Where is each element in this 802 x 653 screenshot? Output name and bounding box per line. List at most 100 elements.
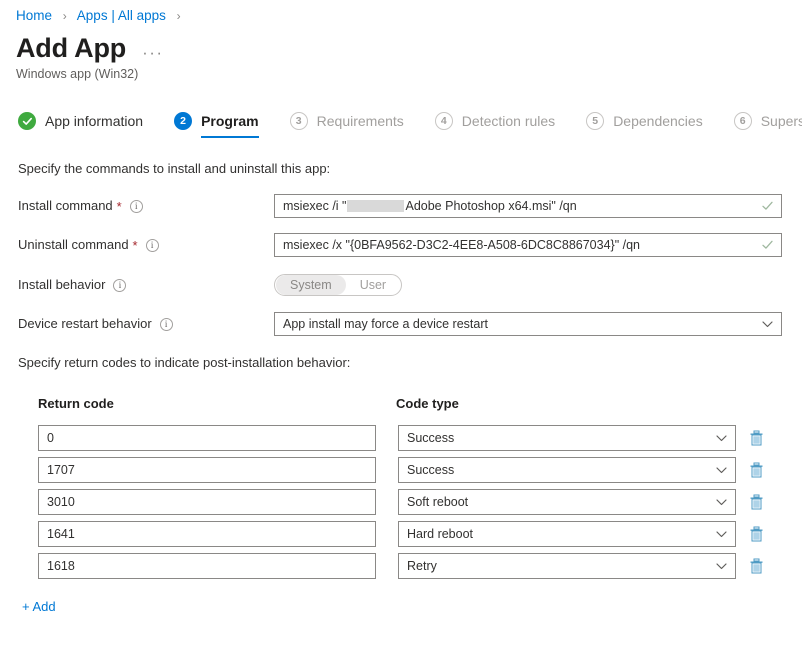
redaction-block xyxy=(347,200,405,212)
breadcrumb-item-home[interactable]: Home xyxy=(16,8,52,23)
breadcrumb-item-apps-all-apps[interactable]: Apps | All apps xyxy=(77,8,166,23)
install-behavior-row: Install behavior i System User xyxy=(18,273,782,297)
device-restart-behavior-select[interactable]: App install may force a device restart xyxy=(274,312,782,336)
chevron-down-icon xyxy=(762,321,773,328)
table-row: 3010 Soft reboot xyxy=(38,489,782,515)
install-command-value-suffix: Adobe Photoshop x64.msi" /qn xyxy=(405,199,577,213)
breadcrumb-separator-icon: › xyxy=(62,9,67,23)
more-options-button[interactable]: ··· xyxy=(142,44,163,61)
return-code-input[interactable]: 1618 xyxy=(38,553,376,579)
code-type-select[interactable]: Retry xyxy=(398,553,736,579)
step-number-badge: 6 xyxy=(733,112,752,130)
trash-icon xyxy=(750,462,762,478)
trash-icon xyxy=(750,526,762,542)
tab-label: Requirements xyxy=(316,113,404,129)
device-restart-behavior-row: Device restart behavior i App install ma… xyxy=(18,312,782,336)
device-restart-behavior-label-text: Device restart behavior xyxy=(18,316,152,331)
table-row: 0 Success xyxy=(38,425,782,451)
tab-supersedence[interactable]: 6 Supersedence xyxy=(733,112,802,138)
trash-icon xyxy=(750,430,762,446)
trash-icon xyxy=(750,494,762,510)
code-type-select[interactable]: Success xyxy=(398,425,736,451)
tab-requirements[interactable]: 3 Requirements xyxy=(289,112,404,138)
install-behavior-option-user[interactable]: User xyxy=(346,275,400,295)
tab-label: Detection rules xyxy=(461,113,556,129)
breadcrumb-separator-icon: › xyxy=(176,9,181,23)
uninstall-command-input[interactable]: msiexec /x "{0BFA9562-D3C2-4EE8-A508-6DC… xyxy=(274,233,782,257)
step-number-badge: 2 xyxy=(174,112,193,130)
chevron-down-icon xyxy=(716,499,727,506)
tab-dependencies[interactable]: 5 Dependencies xyxy=(586,112,703,138)
code-type-value: Success xyxy=(407,463,455,477)
code-type-value: Soft reboot xyxy=(407,495,469,509)
code-type-value: Hard reboot xyxy=(407,527,474,541)
step-number-badge: 5 xyxy=(586,112,605,130)
code-type-select[interactable]: Success xyxy=(398,457,736,483)
page-subtitle: Windows app (Win32) xyxy=(16,67,139,81)
wizard-tabs: App information 2 Program 3 Requirements… xyxy=(18,112,802,138)
info-icon[interactable]: i xyxy=(159,317,173,331)
trash-icon xyxy=(750,558,762,574)
tab-program[interactable]: 2 Program xyxy=(174,112,259,138)
tab-app-information[interactable]: App information xyxy=(18,112,143,138)
info-icon[interactable]: i xyxy=(129,199,143,213)
chevron-down-icon xyxy=(716,531,727,538)
device-restart-behavior-value: App install may force a device restart xyxy=(283,317,488,331)
tab-label: Program xyxy=(201,113,259,129)
chevron-down-icon xyxy=(716,435,727,442)
delete-row-button[interactable] xyxy=(747,557,765,575)
install-behavior-option-system[interactable]: System xyxy=(276,275,346,295)
install-command-row: Install command * i msiexec /i " Adobe P… xyxy=(18,194,782,218)
step-number-badge: 4 xyxy=(434,112,453,130)
install-behavior-label: Install behavior i xyxy=(18,276,274,294)
install-command-label: Install command * i xyxy=(18,197,274,215)
install-command-value-prefix: msiexec /i " xyxy=(283,199,347,213)
info-icon[interactable]: i xyxy=(113,278,127,292)
install-behavior-label-text: Install behavior xyxy=(18,277,106,292)
return-code-input[interactable]: 0 xyxy=(38,425,376,451)
breadcrumb: Home › Apps | All apps › xyxy=(16,7,188,25)
code-type-value: Retry xyxy=(407,559,437,573)
column-header-code-type: Code type xyxy=(396,396,459,411)
page-title: Add App xyxy=(16,33,127,63)
delete-row-button[interactable] xyxy=(747,493,765,511)
chevron-down-icon xyxy=(716,467,727,474)
chevron-down-icon xyxy=(716,563,727,570)
validation-check-icon xyxy=(762,201,773,210)
code-type-select[interactable]: Hard reboot xyxy=(398,521,736,547)
return-code-input[interactable]: 1707 xyxy=(38,457,376,483)
return-codes-table-header: Return code Code type xyxy=(38,396,782,412)
install-command-input[interactable]: msiexec /i " Adobe Photoshop x64.msi" /q… xyxy=(274,194,782,218)
required-marker: * xyxy=(116,198,122,214)
info-icon[interactable]: i xyxy=(145,238,159,252)
tab-label: Dependencies xyxy=(613,113,703,129)
uninstall-command-label-text: Uninstall command xyxy=(18,237,129,252)
table-row: 1707 Success xyxy=(38,457,782,483)
active-tab-underline xyxy=(201,136,259,138)
page-header: Add App ··· xyxy=(16,32,164,64)
install-behavior-toggle[interactable]: System User xyxy=(274,274,403,296)
return-code-input[interactable]: 1641 xyxy=(38,521,376,547)
tab-label: Supersedence xyxy=(760,113,802,129)
uninstall-command-value: msiexec /x "{0BFA9562-D3C2-4EE8-A508-6DC… xyxy=(283,238,640,252)
commands-section-description: Specify the commands to install and unin… xyxy=(18,161,331,176)
delete-row-button[interactable] xyxy=(747,525,765,543)
add-return-code-button[interactable]: + Add xyxy=(22,598,56,616)
step-number-badge: 3 xyxy=(289,112,308,130)
required-marker: * xyxy=(132,237,138,253)
validation-check-icon xyxy=(762,240,773,249)
check-circle-icon xyxy=(18,112,36,130)
return-codes-section-description: Specify return codes to indicate post-in… xyxy=(18,355,351,370)
return-code-input[interactable]: 3010 xyxy=(38,489,376,515)
uninstall-command-row: Uninstall command * i msiexec /x "{0BFA9… xyxy=(18,233,782,257)
delete-row-button[interactable] xyxy=(747,461,765,479)
column-header-return-code: Return code xyxy=(38,396,114,411)
delete-row-button[interactable] xyxy=(747,429,765,447)
device-restart-behavior-label: Device restart behavior i xyxy=(18,315,274,333)
tab-label: App information xyxy=(45,113,144,129)
tab-detection-rules[interactable]: 4 Detection rules xyxy=(434,112,556,138)
table-row: 1618 Retry xyxy=(38,553,782,579)
code-type-select[interactable]: Soft reboot xyxy=(398,489,736,515)
code-type-value: Success xyxy=(407,431,455,445)
uninstall-command-label: Uninstall command * i xyxy=(18,236,274,254)
